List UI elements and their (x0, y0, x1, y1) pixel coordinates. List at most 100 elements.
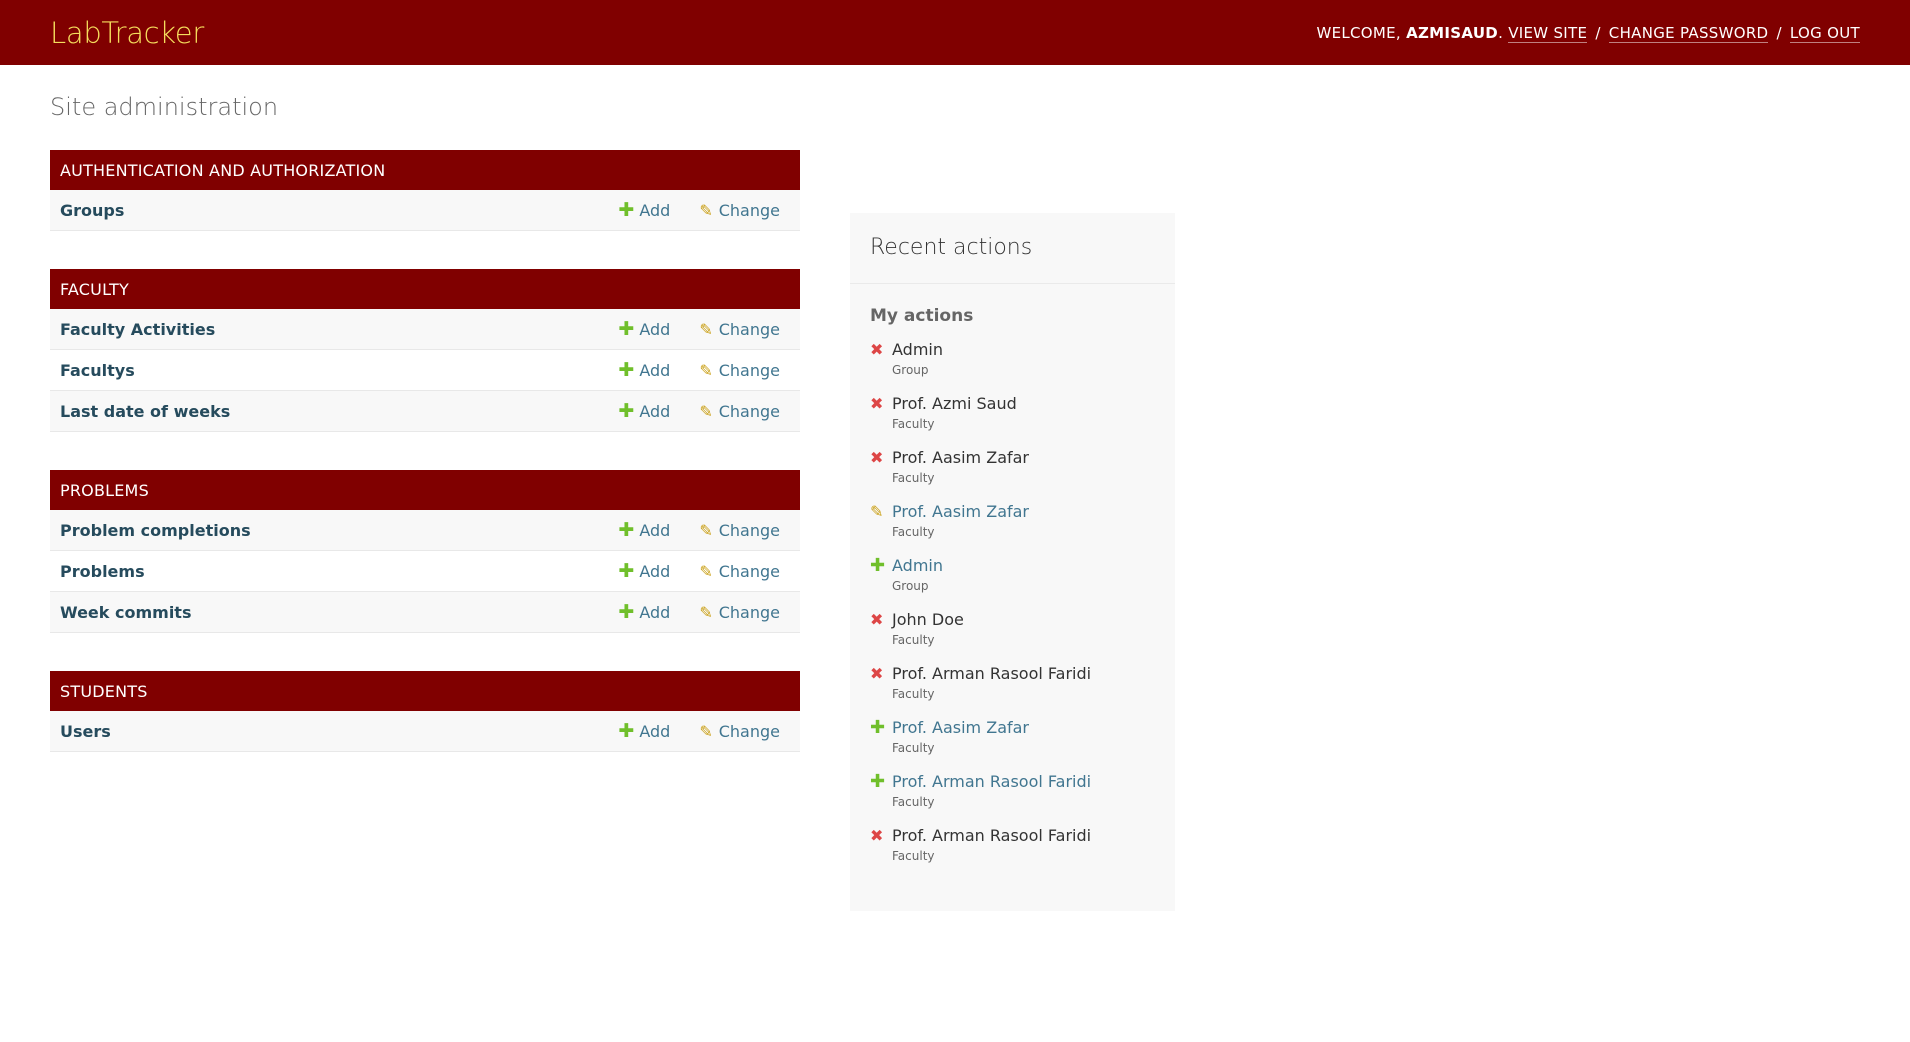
model-link-problems[interactable]: Problems (60, 562, 618, 581)
page-title: Site administration (50, 93, 279, 121)
change-label: Change (718, 561, 780, 581)
module-caption[interactable]: FACULTY (50, 269, 800, 309)
recent-action-text: Prof. Arman Rasool Faridi Faculty (892, 826, 1091, 880)
module-authentication-and-authorization: AUTHENTICATION AND AUTHORIZATION Groups ✚ A… (50, 150, 800, 231)
add-link[interactable]: ✚ Add (618, 600, 671, 623)
x-icon: ✖ (870, 448, 884, 467)
change-label: Change (718, 520, 780, 540)
change-link[interactable]: ✎ Change (699, 521, 780, 540)
change-link[interactable]: ✎ Change (699, 201, 780, 220)
pencil-icon: ✎ (870, 502, 884, 521)
x-icon: ✖ (870, 664, 884, 683)
content: Site administration AUTHENTICATION AND A… (0, 65, 1910, 911)
recent-action-item: ✚ Prof. Aasim Zafar Faculty (870, 718, 1155, 772)
recent-action-name[interactable]: Admin (892, 556, 943, 576)
recent-action-text: Admin Group (892, 340, 943, 394)
add-link[interactable]: ✚ Add (618, 721, 670, 741)
model-link-last-date-of-weeks[interactable]: Last date of weeks (60, 402, 618, 421)
model-link-groups[interactable]: Groups (60, 201, 618, 220)
plus-icon: ✚ (618, 358, 635, 381)
pencil-icon: ✎ (699, 602, 713, 622)
model-link-week-commits[interactable]: Week commits (60, 603, 618, 622)
module-caption[interactable]: PROBLEMS (50, 470, 800, 510)
module-faculty: FACULTY Faculty Activities ✚ Add ✎ Change Facu… (50, 269, 800, 432)
recent-action-item: ✚ Prof. Arman Rasool Faridi Faculty (870, 772, 1155, 826)
model-row: Users ✚ Add ✎ Change (50, 711, 800, 752)
model-link-faculty-activities[interactable]: Faculty Activities (60, 320, 618, 339)
recent-action-type: Faculty (892, 741, 935, 755)
change-label: Change (718, 602, 780, 622)
recent-action-name[interactable]: Prof. Aasim Zafar (892, 718, 1029, 738)
site-brand[interactable]: LabTracker (50, 16, 204, 50)
add-label: Add (639, 520, 671, 540)
recent-action-item: ✖ Prof. Aasim Zafar Faculty (870, 448, 1155, 502)
add-link[interactable]: ✚ Add (618, 559, 671, 582)
add-link[interactable]: ✚ Add (618, 399, 671, 422)
recent-action-item: ✎ Prof. Aasim Zafar Faculty (870, 502, 1155, 556)
change-label: Change (718, 721, 780, 741)
change-link[interactable]: ✎ Change (699, 562, 780, 581)
model-row: Week commits ✚ Add ✎ Change (50, 592, 800, 633)
add-label: Add (639, 602, 671, 622)
add-link[interactable]: ✚ Add (618, 198, 671, 221)
add-label: Add (639, 401, 671, 421)
recent-action-text: Prof. Aasim Zafar Faculty (892, 448, 1029, 502)
plus-icon: ✚ (618, 600, 635, 623)
change-link[interactable]: ✎ Change (699, 603, 780, 622)
recent-action-text: Prof. Arman Rasool Faridi Faculty (892, 772, 1091, 826)
change-password-link[interactable]: CHANGE PASSWORD (1608, 23, 1769, 43)
module-caption[interactable]: AUTHENTICATION AND AUTHORIZATION (50, 150, 800, 190)
change-label: Change (718, 360, 780, 380)
recent-action-name[interactable]: Prof. Aasim Zafar (892, 502, 1029, 522)
plus-icon: ✚ (618, 198, 635, 221)
welcome-text: WELCOME, (1316, 23, 1401, 42)
change-link[interactable]: ✎ Change (699, 722, 780, 741)
recent-action-item: ✖ Prof. Arman Rasool Faridi Faculty (870, 826, 1155, 880)
recent-action-name: John Doe (892, 610, 964, 629)
recent-action-name[interactable]: Prof. Arman Rasool Faridi (892, 772, 1091, 792)
separator: / (1776, 23, 1782, 42)
add-label: Add (639, 200, 671, 220)
add-label: Add (639, 360, 671, 380)
plus-icon: ✚ (618, 399, 635, 422)
model-link-problem-completions[interactable]: Problem completions (60, 521, 618, 540)
add-label: Add (639, 561, 671, 581)
recent-action-type: Group (892, 579, 929, 593)
add-link[interactable]: ✚ Add (618, 358, 671, 381)
recent-action-text: Prof. Arman Rasool Faridi Faculty (892, 664, 1091, 718)
recent-action-item: ✖ John Doe Faculty (870, 610, 1155, 664)
recent-actions-panel: Recent actions My actions ✖ Admin Group ✖ Pr… (850, 213, 1175, 911)
add-link[interactable]: ✚ Add (618, 518, 671, 541)
model-row: Problem completions ✚ Add ✎ Change (50, 510, 800, 551)
add-link[interactable]: ✚ Add (618, 319, 670, 339)
module-problems: PROBLEMS Problem completions ✚ Add ✎ Change Pr… (50, 470, 800, 633)
pencil-icon: ✎ (699, 319, 713, 339)
recent-action-name: Prof. Arman Rasool Faridi (892, 664, 1092, 683)
model-row: Facultys ✚ Add ✎ Change (50, 350, 800, 391)
app-list: AUTHENTICATION AND AUTHORIZATION Groups ✚ A… (50, 150, 800, 752)
change-link[interactable]: ✎ Change (699, 361, 780, 380)
plus-icon: ✚ (870, 717, 886, 738)
recent-action-type: Faculty (892, 417, 935, 431)
log-out-link[interactable]: LOG OUT (1789, 23, 1860, 43)
recent-action-name: Prof. Azmi Saud (892, 394, 1017, 413)
plus-icon: ✚ (618, 518, 635, 541)
x-icon: ✖ (870, 610, 884, 629)
change-link[interactable]: ✎ Change (699, 402, 780, 421)
plus-icon: ✚ (618, 559, 635, 582)
module-caption[interactable]: STUDENTS (50, 671, 800, 711)
model-link-facultys[interactable]: Facultys (60, 361, 618, 380)
recent-action-text: Admin Group (892, 556, 943, 610)
recent-action-item: ✖ Prof. Arman Rasool Faridi Faculty (870, 664, 1155, 718)
view-site-link[interactable]: VIEW SITE (1508, 23, 1588, 43)
pencil-icon: ✎ (699, 360, 713, 380)
model-link-users[interactable]: Users (60, 722, 618, 741)
recent-action-type: Group (892, 363, 929, 377)
recent-action-type: Faculty (892, 471, 935, 485)
change-label: Change (718, 319, 780, 339)
pencil-icon: ✎ (699, 200, 713, 220)
recent-action-text: Prof. Aasim Zafar Faculty (892, 718, 1029, 772)
model-row: Last date of weeks ✚ Add ✎ Change (50, 391, 800, 432)
change-link[interactable]: ✎ Change (699, 320, 780, 339)
recent-action-item: ✖ Admin Group (870, 340, 1155, 394)
